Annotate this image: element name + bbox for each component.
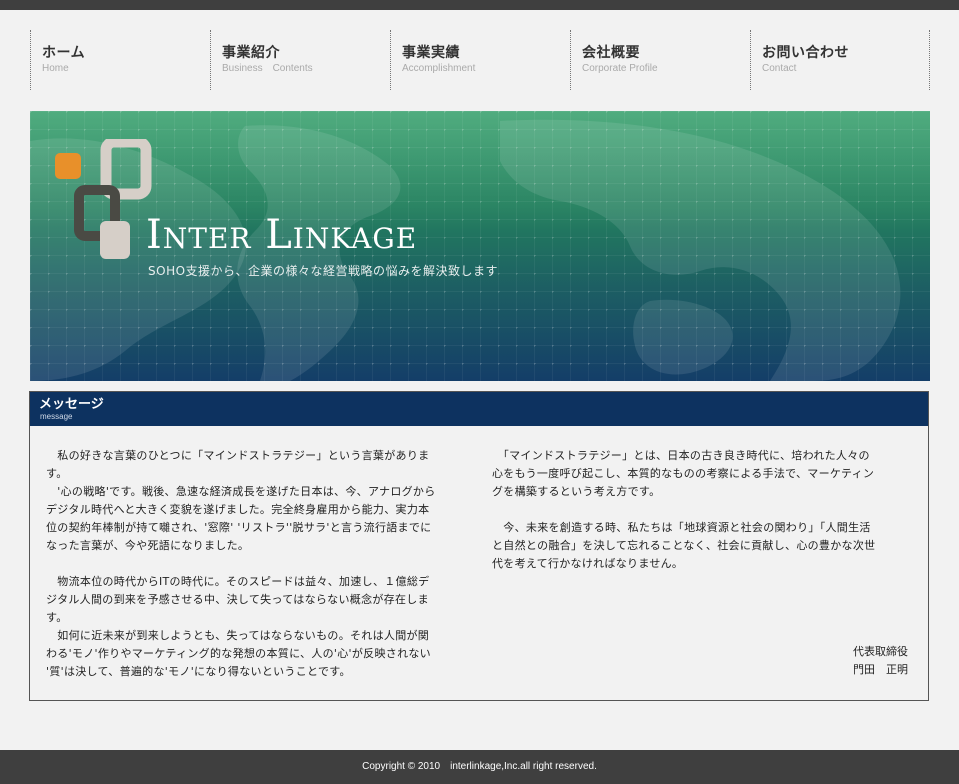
nav-label-jp: 事業紹介 [222, 45, 280, 61]
message-title: メッセージ [39, 397, 104, 412]
main-nav: ホーム Home 事業紹介 Business Contents 事業実績 Acc… [30, 30, 930, 90]
nav-item-home[interactable]: ホーム Home [30, 30, 210, 90]
message-header: メッセージ message [30, 392, 928, 426]
nav-item-contact[interactable]: お問い合わせ Contact [750, 30, 930, 90]
message-paragraph: 私の好きな言葉のひとつに「マインドストラテジー」という言葉がありま す。 '心の… [46, 449, 436, 552]
nav-label-jp: ホーム [42, 45, 86, 61]
signature-name: 門田 正明 [853, 663, 908, 676]
nav-item-profile[interactable]: 会社概要 Corporate Profile [570, 30, 750, 90]
copyright-text: Copyright © 2010 interlinkage,Inc.all ri… [362, 761, 597, 772]
message-paragraph: 今、未来を創造する時、私たちは「地球資源と社会の関わり」「人間生活 と自然との融… [492, 521, 876, 570]
nav-label-jp: 会社概要 [582, 45, 640, 61]
nav-label-jp: 事業実績 [402, 45, 460, 61]
nav-label-en: Business Contents [222, 63, 313, 74]
message-section: メッセージ message 私の好きな言葉のひとつに「マインドストラテジー」とい… [29, 391, 929, 701]
hero-banner: Inter Linkage SOHO支援から、企業の様々な経営戦略の悩みを解決致… [30, 111, 930, 381]
nav-label-jp: お問い合わせ [762, 45, 849, 61]
signature-role: 代表取締役 [853, 645, 908, 658]
nav-item-business[interactable]: 事業紹介 Business Contents [210, 30, 390, 90]
message-paragraph: 物流本位の時代からITの時代に。そのスピードは益々、加速し、１億総デ ジタル人間… [46, 575, 431, 678]
nav-label-en: Home [42, 63, 69, 74]
nav-label-en: Corporate Profile [582, 63, 658, 74]
nav-label-en: Contact [762, 63, 797, 74]
top-bar [0, 0, 959, 10]
message-right-column: 「マインドストラテジー」とは、日本の古き良き時代に、培われた人々の 心をもう一度… [492, 447, 912, 573]
nav-item-accomplishment[interactable]: 事業実績 Accomplishment [390, 30, 570, 90]
message-subtitle: message [40, 412, 73, 421]
signature: 代表取締役 門田 正明 [853, 643, 908, 679]
footer: Copyright © 2010 interlinkage,Inc.all ri… [0, 750, 959, 784]
message-paragraph: 「マインドストラテジー」とは、日本の古き良き時代に、培われた人々の 心をもう一度… [492, 449, 875, 498]
message-left-column: 私の好きな言葉のひとつに「マインドストラテジー」という言葉がありま す。 '心の… [46, 447, 470, 681]
logo-text: Inter Linkage [146, 212, 418, 258]
hero-tagline: SOHO支援から、企業の様々な経営戦略の悩みを解決致します [148, 264, 499, 278]
nav-label-en: Accomplishment [402, 63, 476, 74]
